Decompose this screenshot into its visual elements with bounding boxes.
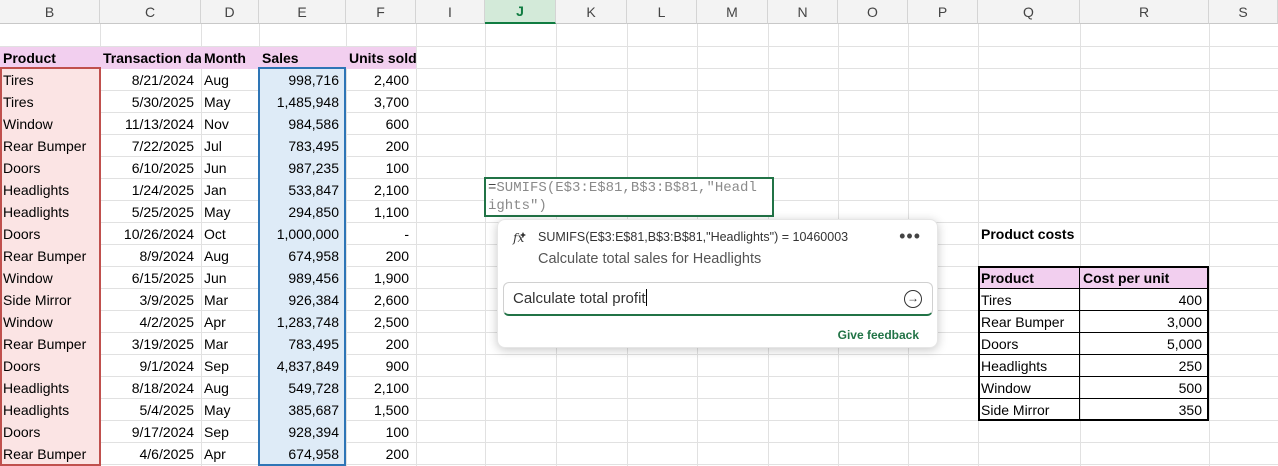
table-cell[interactable]: Apr [201,311,259,333]
table-cell[interactable]: 1,900 [346,267,416,289]
column-header-o[interactable]: O [838,0,908,24]
column-header-j[interactable]: J [485,0,556,24]
column-header-n[interactable]: N [768,0,838,24]
table-cell[interactable]: Sep [201,421,259,443]
table-cell[interactable]: 4/6/2025 [100,443,201,465]
more-options-icon[interactable]: ••• [899,226,921,247]
prompt-input-text: Calculate total profit [513,290,646,307]
table-cell[interactable]: Oct [201,223,259,245]
column-header-s[interactable]: S [1209,0,1278,24]
table-cell[interactable]: 5/30/2025 [100,91,201,113]
formula-description: Calculate total sales for Headlights [538,251,762,267]
table-cell[interactable]: 2,400 [346,69,416,91]
column-header-d[interactable]: D [201,0,259,24]
column-header-q[interactable]: Q [978,0,1080,24]
table-cell[interactable]: Jun [201,157,259,179]
function-icon: fx [512,230,528,246]
table-cell[interactable]: 1/24/2025 [100,179,201,201]
formula-text-line1: SUMIFS(E$3:E$81,B$3:B$81,"Headl [496,180,757,196]
table-cell[interactable]: 100 [346,157,416,179]
column-header-l[interactable]: L [627,0,697,24]
column-header-m[interactable]: M [697,0,768,24]
table-cell[interactable]: 900 [346,355,416,377]
column-header-c[interactable]: C [100,0,201,24]
table-cell[interactable]: 3,700 [346,91,416,113]
table-cell[interactable]: 6/10/2025 [100,157,201,179]
column-header-f[interactable]: F [346,0,416,24]
formula-edit-cell[interactable]: =SUMIFS(E$3:E$81,B$3:B$81,"Headl ights") [484,177,774,217]
table-cell[interactable]: 2,100 [346,377,416,399]
formula-preview: SUMIFS(E$3:E$81,B$3:B$81,"Headlights") =… [538,230,849,244]
table-cell[interactable]: 200 [346,333,416,355]
table-cell[interactable]: Nov [201,113,259,135]
column-header-p[interactable]: P [908,0,978,24]
text-caret [645,289,647,306]
table-cell[interactable]: May [201,399,259,421]
table-header-cell[interactable]: Transaction dat [100,47,201,69]
table-cell[interactable]: 200 [346,443,416,465]
table-cell[interactable]: Mar [201,289,259,311]
table-cell[interactable]: 5/4/2025 [100,399,201,421]
column-header-b[interactable]: B [0,0,100,24]
copilot-formula-popup: fx SUMIFS(E$3:E$81,B$3:B$81,"Headlights"… [497,219,938,348]
column-header-r[interactable]: R [1080,0,1209,24]
table-cell[interactable]: 6/15/2025 [100,267,201,289]
table-cell[interactable]: 11/13/2024 [100,113,201,135]
give-feedback-link[interactable]: Give feedback [838,328,919,342]
table-cell[interactable]: Sep [201,355,259,377]
table-cell[interactable]: 3/9/2025 [100,289,201,311]
send-arrow-icon[interactable]: → [904,290,922,308]
table-cell[interactable]: 200 [346,245,416,267]
table-cell[interactable]: 3/19/2025 [100,333,201,355]
table-cell[interactable]: 1,100 [346,201,416,223]
table-cell[interactable]: 1,500 [346,399,416,421]
table-header-cell[interactable]: Units sold [346,47,416,69]
table-cell[interactable]: Aug [201,245,259,267]
product-costs-title: Product costs [981,226,1075,242]
table-cell[interactable]: 200 [346,135,416,157]
table-cell[interactable]: 9/17/2024 [100,421,201,443]
table-header-cell[interactable]: Sales [259,47,346,69]
table-header-cell[interactable]: Month [201,47,259,69]
table-cell[interactable]: 7/22/2025 [100,135,201,157]
sales-range-highlight [258,67,346,466]
table-cell[interactable]: 2,500 [346,311,416,333]
column-header-k[interactable]: K [556,0,627,24]
table-cell[interactable]: 100 [346,421,416,443]
formula-text-line2: ights") [488,198,547,214]
table-cell[interactable]: Apr [201,443,259,465]
table-cell[interactable]: 8/21/2024 [100,69,201,91]
table-cell[interactable]: 8/18/2024 [100,377,201,399]
table-header-cell[interactable]: Product [0,47,100,69]
table-cell[interactable]: Jul [201,135,259,157]
table-cell[interactable]: Mar [201,333,259,355]
column-header-i[interactable]: I [416,0,485,24]
table-cell[interactable]: Jun [201,267,259,289]
table-cell[interactable]: 600 [346,113,416,135]
table-cell[interactable]: May [201,91,259,113]
copilot-prompt-input[interactable]: Calculate total profit → [503,282,933,316]
table-cell[interactable]: 5/25/2025 [100,201,201,223]
table-cell[interactable]: Aug [201,69,259,91]
table-cell[interactable]: 8/9/2024 [100,245,201,267]
table-cell[interactable]: Jan [201,179,259,201]
table-cell[interactable]: 2,600 [346,289,416,311]
table-cell[interactable]: 9/1/2024 [100,355,201,377]
table-cell[interactable]: 2,100 [346,179,416,201]
product-range-highlight [0,67,101,466]
table-cell[interactable]: 10/26/2024 [100,223,201,245]
table-cell[interactable]: - [346,223,416,245]
table-cell[interactable]: May [201,201,259,223]
column-header-e[interactable]: E [259,0,346,24]
table-cell[interactable]: Aug [201,377,259,399]
table-cell[interactable]: 4/2/2025 [100,311,201,333]
product-costs-border [978,266,1209,421]
